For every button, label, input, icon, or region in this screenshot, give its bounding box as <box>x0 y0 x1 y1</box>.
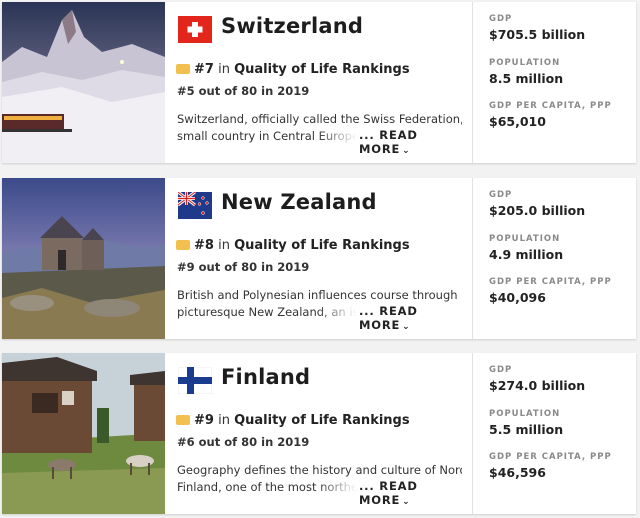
gdp-value: $205.0 billion <box>489 203 586 218</box>
new-zealand-photo[interactable] <box>2 178 165 339</box>
gdp-per-capita-label: GDP PER CAPITA, PPP <box>489 452 612 462</box>
medal-icon <box>176 64 190 74</box>
gdp-per-capita-value: $40,096 <box>489 290 546 305</box>
rank-in-text: in <box>218 238 230 253</box>
finland-flag-icon <box>177 366 213 395</box>
description-line: Finland, one of the most northern <box>177 479 357 496</box>
description-line: British and Polynesian influences course… <box>177 288 458 302</box>
ranking-category-link[interactable]: Quality of Life Rankings <box>234 62 410 77</box>
country-card-new-zealand[interactable]: New Zealand #8 in Quality of Life Rankin… <box>2 178 636 339</box>
gdp-label: GDP <box>489 365 513 375</box>
gdp-per-capita-label: GDP PER CAPITA, PPP <box>489 101 612 111</box>
country-stats: GDP $205.0 billion POPULATION 4.9 millio… <box>473 178 636 339</box>
country-stats: GDP $274.0 billion POPULATION 5.5 millio… <box>473 353 636 514</box>
gdp-per-capita-label: GDP PER CAPITA, PPP <box>489 277 612 287</box>
read-more-button[interactable]: ... READ MORE ⌄ <box>359 128 472 156</box>
country-card-switzerland[interactable]: Switzerland #7 in Quality of Life Rankin… <box>2 2 636 163</box>
rank-in-text: in <box>218 62 230 77</box>
population-value: 5.5 million <box>489 422 564 437</box>
country-name[interactable]: Finland <box>221 365 310 389</box>
chevron-down-icon: ⌄ <box>402 497 411 507</box>
country-name[interactable]: New Zealand <box>221 190 377 214</box>
description-line: small country in Central Europe ma <box>177 128 357 145</box>
gdp-label: GDP <box>489 190 513 200</box>
gdp-value: $705.5 billion <box>489 27 586 42</box>
ranking-category-link[interactable]: Quality of Life Rankings <box>234 413 410 428</box>
previous-rank: #5 out of 80 in 2019 <box>177 84 310 98</box>
population-label: POPULATION <box>489 58 561 68</box>
description-line: Switzerland, officially called the Swiss… <box>177 112 462 126</box>
country-card-finland[interactable]: Finland #9 in Quality of Life Rankings #… <box>2 353 636 514</box>
ranking-category-link[interactable]: Quality of Life Rankings <box>234 238 410 253</box>
gdp-value: $274.0 billion <box>489 378 586 393</box>
finland-photo[interactable] <box>2 353 165 514</box>
description-line: picturesque New Zealand, an islan <box>177 304 357 321</box>
rank-number: #8 <box>194 238 214 253</box>
read-more-button[interactable]: ... READ MORE ⌄ <box>359 304 472 332</box>
medal-icon <box>176 240 190 250</box>
ranking-line[interactable]: #8 in Quality of Life Rankings <box>176 238 410 253</box>
population-label: POPULATION <box>489 234 561 244</box>
rank-number: #9 <box>194 413 214 428</box>
chevron-down-icon: ⌄ <box>402 322 411 332</box>
population-label: POPULATION <box>489 409 561 419</box>
description-line: Geography defines the history and cultur… <box>177 463 462 477</box>
new-zealand-flag-icon <box>177 190 212 219</box>
read-more-button[interactable]: ... READ MORE ⌄ <box>359 479 472 507</box>
population-value: 4.9 million <box>489 247 564 262</box>
switzerland-photo[interactable] <box>2 2 165 163</box>
gdp-per-capita-value: $65,010 <box>489 114 546 129</box>
gdp-per-capita-value: $46,596 <box>489 465 546 480</box>
ranking-line[interactable]: #9 in Quality of Life Rankings <box>176 413 410 428</box>
medal-icon <box>176 415 190 425</box>
country-name[interactable]: Switzerland <box>221 14 363 38</box>
gdp-label: GDP <box>489 14 513 24</box>
rank-number: #7 <box>194 62 214 77</box>
switzerland-flag-icon <box>178 16 212 43</box>
country-stats: GDP $705.5 billion POPULATION 8.5 millio… <box>473 2 636 163</box>
population-value: 8.5 million <box>489 71 564 86</box>
chevron-down-icon: ⌄ <box>402 146 411 156</box>
previous-rank: #9 out of 80 in 2019 <box>177 260 310 274</box>
ranking-line[interactable]: #7 in Quality of Life Rankings <box>176 62 410 77</box>
rank-in-text: in <box>218 413 230 428</box>
previous-rank: #6 out of 80 in 2019 <box>177 435 310 449</box>
